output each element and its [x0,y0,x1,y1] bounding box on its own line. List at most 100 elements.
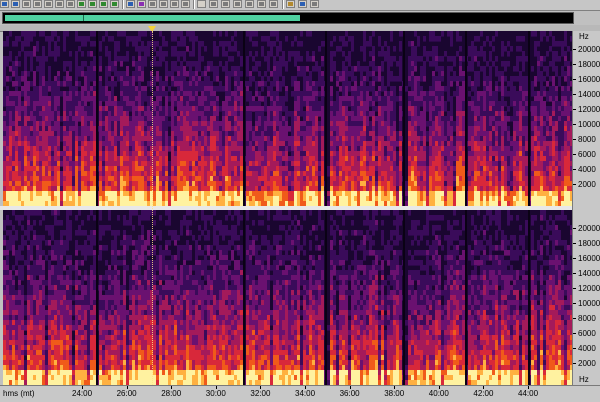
freq-tick [573,258,576,260]
freq-label: 16000 [578,75,600,85]
toolbar-separator [282,0,284,9]
freq-tick [573,303,576,305]
freq-label: 20000 [578,45,600,55]
settings-icon [288,2,293,6]
loop-button[interactable] [221,0,230,8]
meter-button[interactable] [257,0,266,8]
list-icon [271,2,276,6]
freq-label: 12000 [578,105,600,115]
close-button[interactable] [310,0,319,8]
time-label: 36:00 [339,389,360,398]
silence-gap [403,31,405,206]
zoom-in-icon [79,2,84,6]
freq-tick [573,184,576,186]
freq-label: 18000 [578,239,600,249]
freq-tick [573,109,576,111]
redo-button[interactable] [11,0,20,8]
zoom-in-button[interactable] [77,0,86,8]
time-label: 38:00 [384,389,405,398]
trim-icon [68,2,73,6]
freq-label: 2000 [578,180,596,190]
left-channel-button[interactable] [170,0,179,8]
meter-icon [259,2,264,6]
freq-tick [573,79,576,81]
spectrogram-channel-right[interactable] [3,210,572,385]
paste-button[interactable] [44,0,53,8]
time-unit-label: hms (mt) [3,389,35,398]
pencil-button[interactable] [233,0,242,8]
freq-label: 4000 [578,165,596,175]
spectrogram-right-canvas [3,210,572,385]
redo-icon [13,2,18,6]
silence-gap [325,31,327,206]
playback-cursor-line[interactable] [152,31,153,385]
list-button[interactable] [269,0,278,8]
freq-tick [573,318,576,320]
toolbar [0,0,600,11]
marker-button[interactable] [126,0,135,8]
waveform-view-button[interactable] [148,0,157,8]
silence-gap [465,210,467,385]
cut-icon [24,2,29,6]
waveform-view-icon [150,2,155,6]
freq-label: 14000 [578,269,600,279]
waveform-overview-bar[interactable] [2,12,574,24]
overview-tick [83,15,84,21]
mono-icon [161,2,166,6]
freq-label: 12000 [578,284,600,294]
freq-label: 10000 [578,299,600,309]
silence-gap [325,210,327,385]
freq-label: 4000 [578,344,596,354]
spectral-view-button[interactable] [137,0,146,8]
cut-button[interactable] [22,0,31,8]
overview-visible-range[interactable] [5,15,300,21]
close-icon [312,2,317,6]
silence-gap [528,31,530,206]
freq-unit-label-bottom: Hz [579,375,589,384]
time-label: 44:00 [518,389,539,398]
effects-button[interactable] [245,0,254,8]
spectrogram-channel-left[interactable] [3,31,572,206]
freq-label: 6000 [578,150,596,160]
freq-tick [573,348,576,350]
marker-icon [128,2,133,6]
trim-button[interactable] [66,0,75,8]
time-ruler[interactable]: hms (mt) 24:00 26:00 28:00 30:00 32:00 34:00 3… [0,385,600,402]
copy-button[interactable] [33,0,42,8]
right-channel-button[interactable] [181,0,190,8]
time-label: 42:00 [473,389,494,398]
time-label: 34:00 [295,389,316,398]
time-label: 32:00 [250,389,271,398]
zoom-selection-button[interactable] [110,0,119,8]
undo-button[interactable] [0,0,9,8]
loop-icon [223,2,228,6]
freq-tick [573,139,576,141]
frame-button[interactable] [209,0,218,8]
help-button[interactable] [298,0,307,8]
freq-label: 20000 [578,224,600,234]
mix-paste-icon [57,2,62,6]
time-label: 28:00 [161,389,182,398]
freq-label: 8000 [578,135,596,145]
settings-button[interactable] [286,0,295,8]
paste-icon [46,2,51,6]
frequency-ruler[interactable]: Hz Hz 20000 18000 16000 14000 12000 10000 8000… [572,31,600,385]
silence-gap [96,210,98,385]
mono-button[interactable] [159,0,168,8]
freq-tick [573,228,576,230]
zoom-full-button[interactable] [99,0,108,8]
toolbar-separator [193,0,195,9]
freq-tick [573,363,576,365]
silence-gap [528,210,530,385]
mix-paste-button[interactable] [55,0,64,8]
zoom-out-button[interactable] [88,0,97,8]
freq-label: 6000 [578,329,596,339]
freq-tick [573,49,576,51]
silence-gap [403,210,405,385]
freq-label: 8000 [578,314,596,324]
time-label: 40:00 [428,389,449,398]
freq-tick [573,124,576,126]
blank-button[interactable] [197,0,206,8]
spectral-view-icon [139,2,144,6]
silence-gap [243,210,245,385]
